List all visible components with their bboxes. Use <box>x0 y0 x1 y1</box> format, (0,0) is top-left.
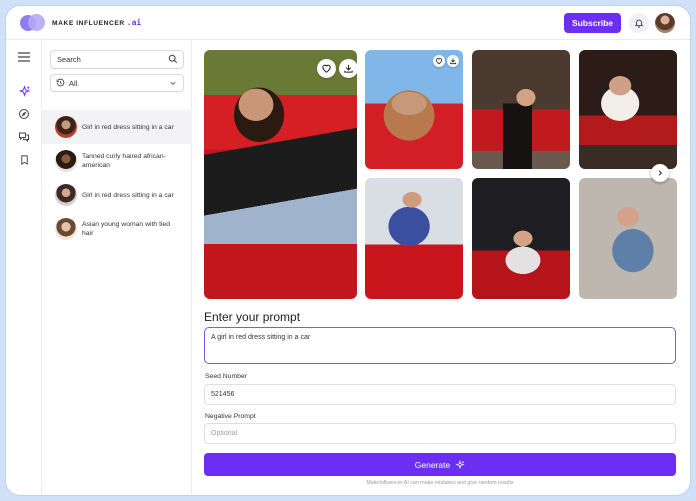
chevron-down-icon <box>169 79 177 89</box>
download-icon[interactable] <box>339 59 357 78</box>
generate-label: Generate <box>414 459 451 470</box>
search-icon <box>168 54 178 66</box>
history-filter-select[interactable]: All <box>50 74 184 92</box>
brand-suffix: .ai <box>126 18 142 27</box>
gallery-next-button[interactable] <box>651 164 669 182</box>
sparkle-icon[interactable] <box>16 83 32 99</box>
subscribe-button[interactable]: Subscribe <box>564 13 621 33</box>
history-item[interactable]: Asian young woman with tied hair <box>42 212 192 246</box>
gallery-image[interactable] <box>472 178 570 299</box>
history-item[interactable]: Tanned curly haired african-american <box>42 144 192 178</box>
notification-bell-icon[interactable] <box>629 13 649 33</box>
gallery-image[interactable] <box>365 50 463 169</box>
seed-label: Seed Number <box>205 373 247 380</box>
gallery-image[interactable] <box>579 50 677 169</box>
gallery-image[interactable] <box>579 178 677 299</box>
bookmark-icon[interactable] <box>16 152 32 168</box>
history-thumbnail <box>55 218 77 240</box>
logo-mark-icon <box>20 14 46 31</box>
logo[interactable]: MAKE INFLUENCER .ai <box>20 14 141 31</box>
history-item-label: Tanned curly haired african-american <box>82 153 166 169</box>
menu-icon[interactable] <box>16 49 32 65</box>
disclaimer-text: MakeInfluencer.AI can make mistakes and … <box>366 480 514 486</box>
favorite-heart-icon[interactable] <box>317 59 336 78</box>
negative-prompt-label: Negative Prompt <box>205 413 256 420</box>
chat-icon[interactable] <box>16 129 32 145</box>
history-item-label: Girl in red dress sitting in a car <box>82 191 174 199</box>
history-item[interactable]: Girl in red dress sitting in a car <box>42 178 192 212</box>
brand-name: MAKE INFLUENCER <box>52 20 125 27</box>
generate-button[interactable]: Generate <box>204 453 676 476</box>
download-icon[interactable] <box>447 55 459 67</box>
user-avatar[interactable] <box>655 13 675 33</box>
history-icon <box>56 78 65 89</box>
history-thumbnail <box>55 116 77 138</box>
favorite-heart-icon[interactable] <box>433 55 445 67</box>
icon-rail <box>6 40 42 495</box>
compass-icon[interactable] <box>16 106 32 122</box>
gallery-image[interactable] <box>472 50 570 169</box>
history-item[interactable]: Girl in red dress sitting in a car <box>42 110 192 144</box>
history-panel: Search All Girl in red dress sitting in … <box>42 40 192 495</box>
sparkle-icon <box>455 459 465 470</box>
search-placeholder: Search <box>57 55 81 64</box>
prompt-heading: Enter your prompt <box>204 310 301 324</box>
gallery-image[interactable] <box>365 178 463 299</box>
app-window: MAKE INFLUENCER .ai Subscribe Search All… <box>6 6 690 495</box>
filter-value: All <box>69 78 78 88</box>
prompt-textarea[interactable]: A girl in red dress sitting in a car <box>204 327 676 364</box>
top-bar: MAKE INFLUENCER .ai Subscribe <box>6 6 690 40</box>
history-thumbnail <box>55 150 77 172</box>
negative-prompt-input[interactable]: Optional <box>204 423 676 444</box>
history-item-label: Asian young woman with tied hair <box>82 221 171 237</box>
search-input[interactable]: Search <box>50 50 184 69</box>
gallery-image-featured[interactable] <box>204 50 357 299</box>
history-item-label: Girl in red dress sitting in a car <box>82 123 174 131</box>
history-thumbnail <box>55 184 77 206</box>
seed-input[interactable]: 521456 <box>204 384 676 405</box>
